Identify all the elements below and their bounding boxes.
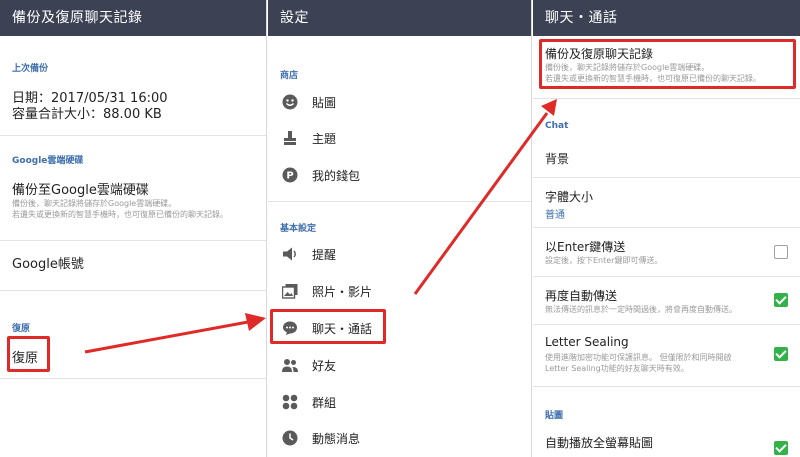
backup-to-gdrive-label: 備份至Google雲端硬碟 bbox=[12, 183, 149, 198]
divider bbox=[533, 227, 800, 228]
smiley-icon bbox=[282, 94, 298, 110]
menu-item-friends[interactable]: 好友 bbox=[268, 347, 531, 383]
letter-sealing-desc2: Letter Sealing功能的好友聊天時有效。 bbox=[545, 364, 689, 373]
divider bbox=[533, 276, 800, 277]
divider bbox=[533, 177, 800, 178]
photo-icon bbox=[282, 284, 298, 299]
basic-settings-header: 基本設定 bbox=[280, 224, 317, 234]
auto-resend-label: 再度自動傳送 bbox=[545, 289, 618, 303]
menu-item-stickers[interactable]: 貼圖 bbox=[268, 84, 531, 120]
enter-send-desc: 設定後，按下Enter鍵即可傳送。 bbox=[545, 256, 663, 265]
menu-item-label: 提醒 bbox=[312, 248, 337, 262]
menu-item-label: 群組 bbox=[312, 396, 337, 410]
chats-calls-highlight-box bbox=[270, 309, 386, 344]
menu-item-label: 貼圖 bbox=[312, 96, 337, 110]
sticker-section-header: 貼圖 bbox=[545, 411, 564, 421]
speaker-icon bbox=[283, 247, 296, 261]
wallet-p-icon: P bbox=[282, 167, 298, 183]
menu-item-notifications[interactable]: 提醒 bbox=[268, 236, 531, 272]
menu-item-label: 照片・影片 bbox=[312, 285, 373, 299]
autoplay-stickers-label: 自動播放全螢幕貼圖 bbox=[545, 436, 654, 450]
letter-sealing-label: Letter Sealing bbox=[545, 335, 629, 349]
backup-desc-line1: 備份後，聊天記錄將儲存於Google雲端硬碟。 bbox=[12, 199, 177, 208]
menu-item-wallet[interactable]: P 我的錢包 bbox=[268, 157, 531, 193]
restore-highlight-box bbox=[7, 336, 50, 372]
auto-resend-checkbox[interactable] bbox=[774, 293, 788, 307]
font-size-value: 普通 bbox=[545, 210, 565, 221]
menu-item-photos-videos[interactable]: 照片・影片 bbox=[268, 273, 531, 309]
chat-section-header: Chat bbox=[545, 121, 569, 131]
menu-item-label: 主題 bbox=[312, 132, 337, 146]
divider bbox=[0, 378, 266, 379]
letter-sealing-checkbox[interactable] bbox=[774, 347, 788, 361]
menu-item-timeline[interactable]: 動態消息 bbox=[268, 420, 531, 456]
menu-item-label: 好友 bbox=[312, 359, 337, 373]
menu-item-themes[interactable]: 主題 bbox=[268, 120, 531, 156]
shop-header: 商店 bbox=[280, 71, 299, 81]
backup-desc-line2: 若遺失或更換新的智慧手機時，也可復原已備份的聊天記錄。 bbox=[12, 210, 228, 219]
divider bbox=[268, 201, 531, 202]
restore-header: 復原 bbox=[12, 324, 31, 334]
backup-restore-highlight-box bbox=[539, 39, 796, 89]
divider bbox=[533, 386, 800, 387]
page-title: 備份及復原聊天記錄 bbox=[0, 0, 266, 36]
background-item[interactable]: 背景 bbox=[545, 150, 569, 167]
divider bbox=[0, 135, 266, 136]
clock-icon bbox=[282, 430, 298, 446]
auto-resend-desc: 無法傳送的訊息於一定時間過後，將會再度自動傳送。 bbox=[545, 305, 737, 314]
enter-send-checkbox[interactable] bbox=[774, 245, 788, 259]
settings-panel: 設定 商店 貼圖 主題 P 我的錢包 基本設定 提醒 照片・影片 聊天・通話 好… bbox=[268, 0, 532, 457]
friends-icon bbox=[282, 359, 298, 372]
divider bbox=[533, 98, 800, 99]
autoplay-stickers-checkbox[interactable] bbox=[774, 441, 788, 455]
letter-sealing-desc1: 使用進階加密功能可保護訊息。 但僅限於和同時開啟 bbox=[545, 353, 732, 362]
backup-size: 容量合計大小：88.00 KB bbox=[12, 107, 162, 122]
settings-title: 設定 bbox=[268, 0, 531, 36]
chats-calls-title: 聊天・通話 bbox=[533, 0, 800, 36]
google-account-item[interactable]: Google帳號 bbox=[12, 253, 84, 272]
divider bbox=[0, 240, 266, 241]
menu-item-label: 我的錢包 bbox=[312, 169, 361, 183]
gdrive-header: Google雲端硬碟 bbox=[12, 156, 84, 166]
divider bbox=[0, 290, 266, 291]
svg-text:P: P bbox=[286, 171, 293, 182]
menu-item-label: 動態消息 bbox=[312, 432, 361, 446]
enter-send-label: 以Enter鍵傳送 bbox=[545, 240, 626, 254]
menu-item-groups[interactable]: 群組 bbox=[268, 384, 531, 420]
font-size-label: 字體大小 bbox=[545, 190, 594, 204]
last-backup-header: 上次備份 bbox=[12, 64, 49, 74]
brush-icon bbox=[284, 131, 296, 145]
backup-restore-panel: 備份及復原聊天記錄 上次備份 日期：2017/05/31 16:00 容量合計大… bbox=[0, 0, 267, 457]
divider bbox=[533, 324, 800, 325]
group-icon bbox=[282, 394, 298, 410]
